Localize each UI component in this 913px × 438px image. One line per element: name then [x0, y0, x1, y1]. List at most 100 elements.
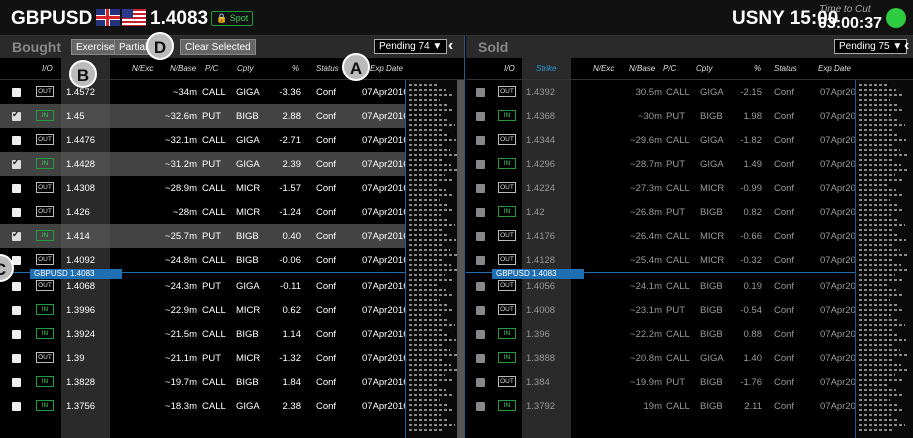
strip-line	[409, 364, 451, 366]
col-pc[interactable]: P/C	[663, 64, 676, 73]
strip-line	[409, 424, 455, 426]
col-io[interactable]: I/O	[42, 64, 53, 73]
table-row[interactable]: OUT 1.4224 ~27.3m CALL MICR -0.99 Conf 07Apr201…	[466, 176, 913, 200]
table-row[interactable]: OUT 1.4476 ~32.1m CALL GIGA -2.71 Conf 07Apr201…	[0, 128, 464, 152]
col-nbase[interactable]: N/Base	[629, 64, 655, 73]
row-checkbox[interactable]	[476, 184, 485, 193]
row-checkbox[interactable]	[476, 208, 485, 217]
table-row[interactable]: OUT 1.4572 ~34m CALL GIGA -3.36 Conf 07Apr2016	[0, 80, 464, 104]
pct-cell: -1.82	[740, 135, 762, 146]
col-nbase[interactable]: N/Base	[170, 64, 196, 73]
row-checkbox[interactable]	[476, 378, 485, 387]
col-io[interactable]: I/O	[504, 64, 515, 73]
col-exp-date[interactable]: Exp Date	[818, 64, 851, 73]
bought-overview-strip[interactable]	[405, 80, 463, 438]
strip-line	[859, 349, 900, 351]
status-cell: Conf	[774, 353, 795, 364]
row-checkbox[interactable]	[476, 330, 485, 339]
table-row[interactable]: IN 1.414 ~25.7m PUT BIGB 0.40 Conf 07Apr2016	[0, 224, 464, 248]
table-row[interactable]: IN 1.3756 ~18.3m CALL GIGA 2.38 Conf 07Apr2016	[0, 394, 464, 418]
row-checkbox[interactable]	[12, 402, 21, 411]
table-row[interactable]: OUT 1.426 ~28m CALL MICR -1.24 Conf 07Apr2016	[0, 200, 464, 224]
table-row[interactable]: IN 1.4428 ~31.2m PUT GIGA 2.39 Conf 07Apr2016	[0, 152, 464, 176]
row-checkbox[interactable]	[476, 88, 485, 97]
spot-badge[interactable]: 🔒 Spot	[211, 11, 254, 26]
bought-toolbar: Bought Exercise Partial Clear Selected P…	[0, 36, 464, 58]
collapse-chevron-icon[interactable]: ‹	[448, 37, 453, 55]
time-to-cut-value: 03:00:37	[818, 15, 883, 32]
sold-overview-strip[interactable]	[855, 80, 913, 438]
clear-selected-button[interactable]: Clear Selected	[180, 39, 256, 55]
col-nexc[interactable]: N/Exc	[593, 64, 614, 73]
collapse-chevron-icon[interactable]: ‹	[904, 37, 909, 55]
bought-scrollbar[interactable]	[457, 80, 464, 438]
table-row[interactable]: OUT 1.39 ~21.1m PUT MICR -1.32 Conf 07Apr2016	[0, 346, 464, 370]
table-row[interactable]: IN 1.3792 19m CALL BIGB 2.11 Conf 07Apr2016	[466, 394, 913, 418]
col-exp-date[interactable]: Exp Date	[370, 64, 403, 73]
strip-line	[859, 109, 904, 111]
io-badge: IN	[498, 206, 516, 217]
col-cpty[interactable]: Cpty	[237, 64, 253, 73]
strip-line	[409, 244, 443, 246]
row-checkbox[interactable]	[12, 229, 21, 241]
table-row[interactable]: IN 1.42 ~26.8m PUT BIGB 0.82 Conf 07Apr2016	[466, 200, 913, 224]
pc-cell: CALL	[666, 353, 690, 364]
col-status[interactable]: Status	[316, 64, 339, 73]
cpty-cell: GIGA	[700, 159, 724, 170]
col-pct[interactable]: %	[292, 64, 299, 73]
table-row[interactable]: OUT 1.4068 ~24.3m PUT GIGA -0.11 Conf 07Apr2016	[0, 274, 464, 298]
row-checkbox[interactable]	[12, 136, 21, 145]
table-row[interactable]: OUT 1.4008 ~23.1m PUT BIGB -0.54 Conf 07Apr2016	[466, 298, 913, 322]
row-checkbox[interactable]	[476, 232, 485, 241]
row-checkbox[interactable]	[476, 112, 485, 121]
row-checkbox[interactable]	[476, 256, 485, 265]
table-row[interactable]: OUT 1.4308 ~28.9m CALL MICR -1.57 Conf 07Apr201…	[0, 176, 464, 200]
row-checkbox[interactable]	[12, 306, 21, 315]
row-checkbox[interactable]	[12, 208, 21, 217]
pc-cell: CALL	[666, 255, 690, 266]
table-row[interactable]: IN 1.396 ~22.2m CALL BIGB 0.88 Conf 07Apr2016	[466, 322, 913, 346]
row-checkbox[interactable]	[12, 354, 21, 363]
table-row[interactable]: OUT 1.4176 ~26.4m CALL MICR -0.66 Conf 07Apr201…	[466, 224, 913, 248]
pc-cell: CALL	[666, 401, 690, 412]
exercise-button[interactable]: Exercise	[71, 39, 120, 55]
table-row[interactable]: IN 1.3924 ~21.5m CALL BIGB 1.14 Conf 07Apr2016	[0, 322, 464, 346]
table-row[interactable]: OUT 1.384 ~19.9m PUT BIGB -1.76 Conf 07Apr2016	[466, 370, 913, 394]
row-checkbox[interactable]	[12, 330, 21, 339]
col-strike[interactable]: Strike	[536, 64, 556, 73]
strip-line	[859, 159, 894, 161]
table-row[interactable]: IN 1.3888 ~20.8m CALL GIGA 1.40 Conf 07Apr2016	[466, 346, 913, 370]
table-row[interactable]: IN 1.3996 ~22.9m CALL MICR 0.62 Conf 07Apr2016	[0, 298, 464, 322]
pending-filter-button[interactable]: Pending 74 ▼	[374, 39, 448, 54]
row-checkbox[interactable]	[12, 184, 21, 193]
row-checkbox[interactable]	[12, 378, 21, 387]
pending-filter-button[interactable]: Pending 75 ▼	[834, 39, 908, 54]
table-row[interactable]: OUT 1.4344 ~29.6m CALL GIGA -1.82 Conf 07Apr201…	[466, 128, 913, 152]
table-row[interactable]: OUT 1.4392 30.5m CALL GIGA -2.15 Conf 07Apr2016	[466, 80, 913, 104]
row-checkbox[interactable]	[12, 109, 21, 121]
strip-line	[859, 369, 908, 371]
table-row[interactable]: IN 1.3828 ~19.7m CALL BIGB 1.84 Conf 07Apr2016	[0, 370, 464, 394]
row-checkbox[interactable]	[476, 306, 485, 315]
row-checkbox[interactable]	[12, 157, 21, 169]
strip-line	[409, 329, 442, 331]
col-status[interactable]: Status	[774, 64, 797, 73]
table-row[interactable]: IN 1.4368 ~30m PUT BIGB 1.98 Conf 07Apr2016	[466, 104, 913, 128]
row-checkbox[interactable]	[12, 282, 21, 291]
col-pc[interactable]: P/C	[205, 64, 218, 73]
col-nexc[interactable]: N/Exc	[132, 64, 153, 73]
table-row[interactable]: OUT 1.4056 ~24.1m CALL BIGB 0.19 Conf 07Apr2016	[466, 274, 913, 298]
row-checkbox[interactable]	[476, 282, 485, 291]
row-checkbox[interactable]	[476, 136, 485, 145]
cpty-cell: BIGB	[700, 401, 723, 412]
table-row[interactable]: IN 1.45 ~32.6m PUT BIGB 2.88 Conf 07Apr2016	[0, 104, 464, 128]
spot-rate: 1.4083	[150, 8, 209, 29]
row-checkbox[interactable]	[476, 402, 485, 411]
row-checkbox[interactable]	[476, 160, 485, 169]
col-cpty[interactable]: Cpty	[696, 64, 712, 73]
io-badge: OUT	[498, 230, 516, 241]
col-pct[interactable]: %	[754, 64, 761, 73]
table-row[interactable]: IN 1.4296 ~28.7m PUT GIGA 1.49 Conf 07Apr2016	[466, 152, 913, 176]
row-checkbox[interactable]	[12, 88, 21, 97]
row-checkbox[interactable]	[476, 354, 485, 363]
